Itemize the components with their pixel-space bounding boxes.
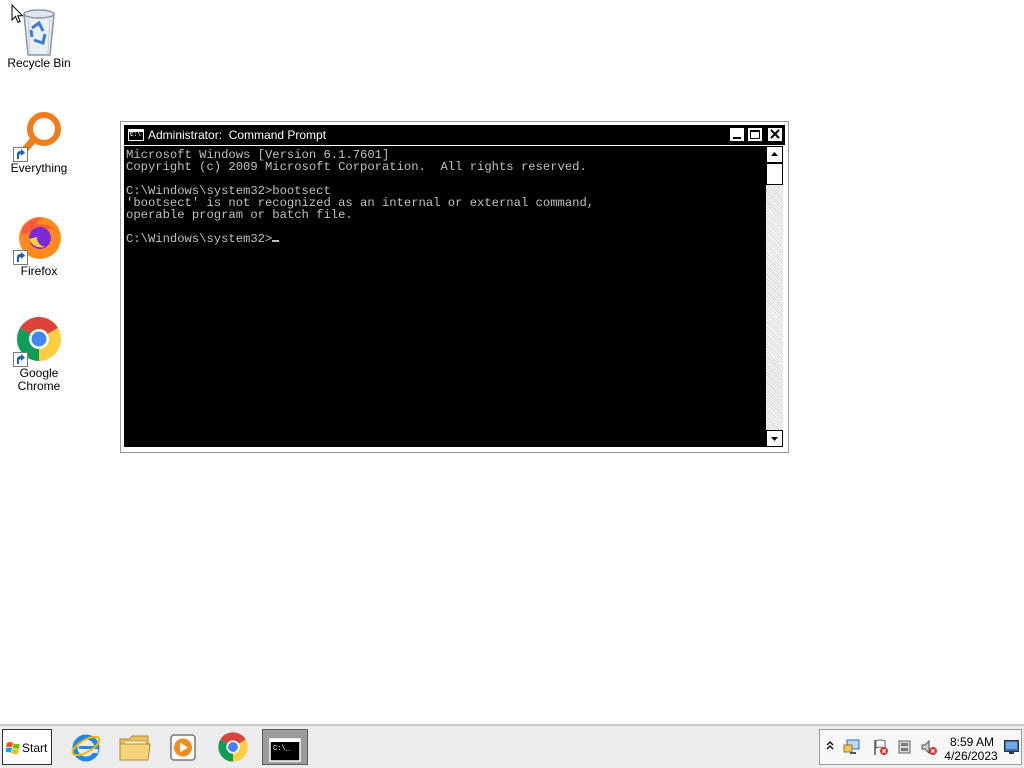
console-line: operable program or batch file. (126, 208, 353, 222)
taskbar: Start C:\_ 8:59 AM 4/26/2023 (0, 724, 1024, 768)
scroll-up-button[interactable] (766, 146, 783, 163)
network-icon[interactable] (843, 738, 861, 756)
maximize-icon (750, 130, 760, 139)
desktop-icon-label: Everything (10, 161, 68, 175)
vertical-scrollbar[interactable] (766, 146, 783, 447)
maximize-button[interactable] (747, 127, 763, 142)
desktop-icon-google-chrome[interactable]: Google Chrome (0, 315, 78, 393)
minimize-icon (733, 137, 741, 139)
taskbar-file-explorer[interactable] (113, 729, 155, 765)
system-tray: 8:59 AM 4/26/2023 (819, 729, 1022, 765)
recycle-bin-icon (15, 6, 63, 56)
clock-date[interactable]: 4/26/2023 (942, 749, 1000, 763)
window-title: Administrator: Command Prompt (148, 128, 327, 142)
media-player-icon (170, 734, 196, 761)
desktop-icon-firefox[interactable]: Firefox (0, 213, 78, 278)
show-desktop-icon[interactable] (1004, 740, 1019, 754)
action-center-flag-icon[interactable] (872, 738, 890, 756)
console-output-area[interactable]: Microsoft Windows [Version 6.1.7601] Cop… (124, 146, 766, 447)
chrome-icon (218, 732, 248, 762)
shortcut-arrow-icon (13, 147, 28, 162)
taskbar-internet-explorer[interactable] (65, 729, 107, 765)
file-explorer-icon (119, 735, 151, 761)
window-titlebar[interactable]: C:\ Administrator: Command Prompt (124, 125, 785, 145)
close-icon (770, 129, 780, 139)
scroll-down-button[interactable] (766, 430, 783, 447)
desktop-icon-label: Google Chrome (0, 367, 78, 393)
scrollbar-thumb[interactable] (766, 163, 783, 185)
arrow-up-icon (771, 152, 778, 156)
console-prompt: C:\Windows\system32> (126, 232, 273, 246)
desktop-icon-recycle-bin[interactable]: Recycle Bin (0, 6, 78, 70)
windows-logo-icon (6, 742, 20, 755)
desktop-icon-everything[interactable]: Everything (0, 110, 78, 175)
text-cursor (272, 240, 280, 242)
command-prompt-icon[interactable]: C:\ (128, 129, 144, 141)
start-button[interactable]: Start (2, 729, 52, 765)
taskbar-media-player[interactable] (162, 729, 204, 765)
everything-search-icon (13, 110, 63, 162)
volume-muted-icon[interactable] (920, 738, 938, 756)
minimize-button[interactable] (729, 127, 745, 142)
power-icon[interactable] (897, 738, 915, 756)
start-label: Start (22, 741, 48, 755)
desktop-icon-label: Firefox (20, 264, 58, 278)
console-text: Microsoft Windows [Version 6.1.7601] Cop… (126, 149, 594, 245)
command-prompt-icon: C:\_ (269, 738, 301, 762)
shortcut-arrow-icon (13, 250, 28, 265)
show-hidden-icons-icon[interactable] (826, 738, 834, 752)
internet-explorer-icon (71, 734, 101, 762)
close-button[interactable] (767, 127, 783, 142)
chrome-icon (13, 315, 63, 367)
desktop-icon-label: Recycle Bin (7, 56, 71, 70)
desktop-icon-label-line: Chrome (17, 379, 61, 393)
taskbar-chrome[interactable] (212, 729, 254, 765)
svg-text:C:\_: C:\_ (273, 745, 291, 753)
arrow-down-icon (771, 437, 778, 441)
console-line: Copyright (c) 2009 Microsoft Corporation… (126, 160, 587, 174)
command-prompt-window[interactable]: C:\ Administrator: Command Prompt Micros… (120, 121, 789, 453)
taskbar-command-prompt[interactable]: C:\_ (262, 729, 308, 765)
firefox-icon (13, 213, 63, 265)
clock-time[interactable]: 8:59 AM (948, 735, 996, 749)
shortcut-arrow-icon (13, 352, 28, 367)
